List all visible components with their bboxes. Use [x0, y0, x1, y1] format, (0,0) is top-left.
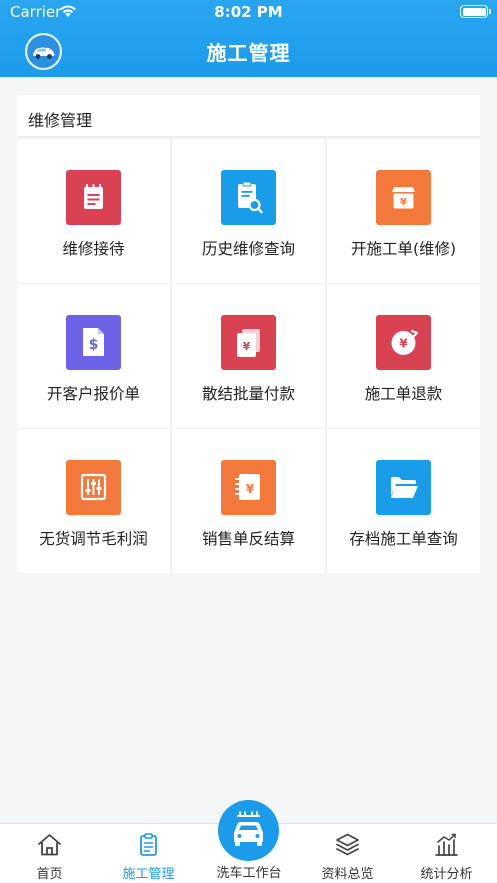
- grid-item-label: 销售单反结算: [201, 530, 295, 548]
- tab-home-label: 首页: [36, 867, 63, 882]
- tab-home[interactable]: 首页: [0, 824, 99, 883]
- svg-text:¥: ¥: [243, 340, 251, 353]
- tab-statistics-label: 统计分析: [420, 867, 473, 882]
- grid-item-profit-adjust[interactable]: 无货调节毛利润: [17, 429, 170, 573]
- grid-item-batch-payment[interactable]: ¥ 散结批量付款: [172, 284, 325, 428]
- tab-construction[interactable]: 施工管理: [99, 824, 198, 883]
- status-time: 8:02 PM: [214, 3, 283, 21]
- dollar-document-icon: $: [66, 315, 121, 370]
- tab-construction-label: 施工管理: [122, 867, 175, 882]
- grid-item-label: 维修接待: [62, 240, 125, 258]
- svg-text:¥: ¥: [399, 337, 408, 351]
- grid-item-sales-reverse[interactable]: ¥ 销售单反结算: [172, 429, 325, 573]
- document-search-icon: [221, 170, 276, 225]
- layers-icon: [336, 833, 359, 856]
- page-title: 施工管理: [206, 41, 291, 65]
- grid-item-label: 散结批量付款: [201, 385, 295, 403]
- yuan-note-icon: ¥: [221, 460, 276, 515]
- section-header: 维修管理: [17, 95, 480, 137]
- grid-item-label: 历史维修查询: [201, 240, 295, 258]
- folder-icon: [376, 460, 431, 515]
- grid-item-repair-reception[interactable]: 维修接待: [17, 139, 170, 283]
- grid-item-label: 无货调节毛利润: [39, 530, 148, 548]
- grid-item-customer-quote[interactable]: $ 开客户报价单: [17, 284, 170, 428]
- grid-item-open-work-order[interactable]: ¥ 开施工单(维修): [327, 139, 480, 283]
- grid-item-work-order-refund[interactable]: ¥ 施工单退款: [327, 284, 480, 428]
- grid-item-label: 施工单退款: [364, 385, 443, 403]
- clipboard-icon: [140, 833, 157, 856]
- grid-item-archive-query[interactable]: 存档施工单查询: [327, 429, 480, 573]
- grid-item-label: 开客户报价单: [46, 385, 140, 403]
- carwash-icon: [234, 811, 263, 846]
- home-icon: [38, 834, 61, 856]
- grid-item-label: 开施工单(维修): [350, 240, 457, 258]
- svg-text:$: $: [89, 337, 99, 353]
- svg-text:¥: ¥: [246, 482, 255, 496]
- tab-carwash-label: 洗车工作台: [216, 866, 282, 881]
- grid-item-history-query[interactable]: 历史维修查询: [172, 139, 325, 283]
- sliders-icon: [66, 460, 121, 515]
- yuan-cards-icon: ¥: [221, 315, 276, 370]
- maintenance-panel: 维修管理 维修接待 历史维修查询 ¥ 开施工单(维修) $ 开客户报价单 ¥ 散…: [17, 95, 480, 573]
- top-header: Carrier 8:02 PM 施工管理: [0, 0, 497, 77]
- carwash-workbench-button[interactable]: [218, 800, 279, 861]
- battery-icon: [460, 5, 491, 18]
- yuan-box-icon: ¥: [376, 170, 431, 225]
- grid-item-label: 存档施工单查询: [349, 530, 458, 548]
- notepad-icon: [66, 170, 121, 225]
- section-title: 维修管理: [28, 111, 93, 130]
- bar-chart-icon: [435, 833, 458, 856]
- tab-data-overview-label: 资料总览: [321, 867, 374, 882]
- tab-data-overview[interactable]: 资料总览: [298, 824, 397, 883]
- status-bar: Carrier 8:02 PM: [0, 0, 497, 24]
- yuan-refund-icon: ¥: [376, 315, 431, 370]
- tab-statistics[interactable]: 统计分析: [397, 824, 496, 883]
- svg-text:¥: ¥: [400, 197, 407, 208]
